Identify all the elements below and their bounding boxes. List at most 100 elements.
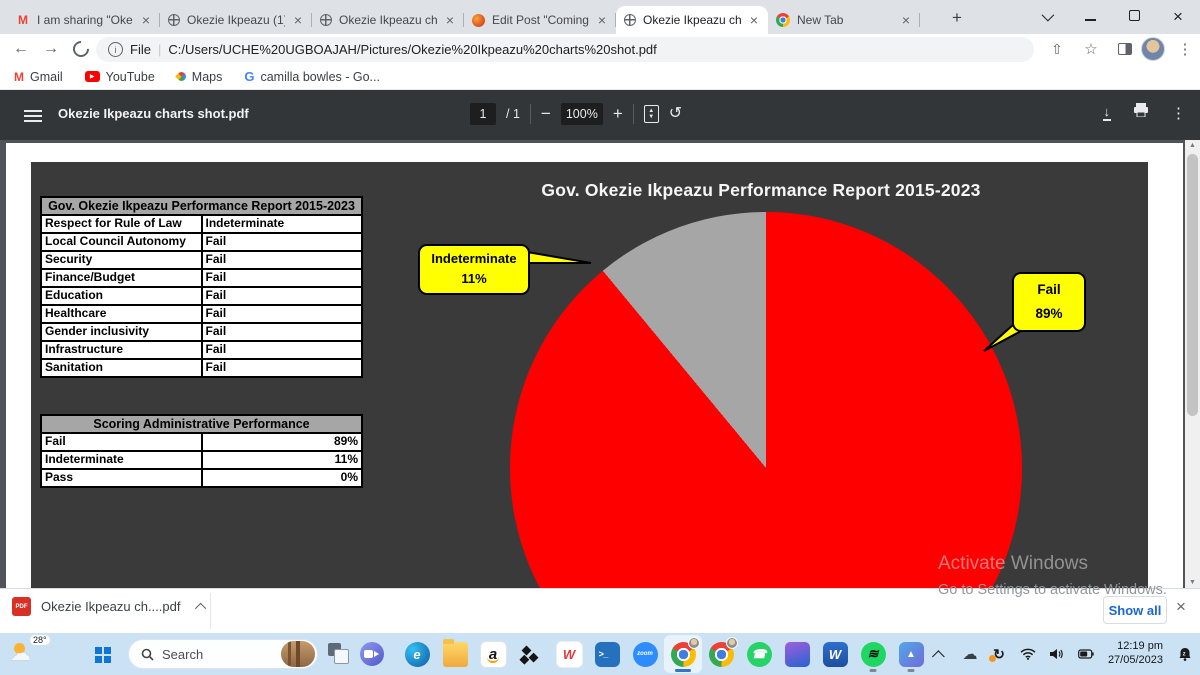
row-label: Indeterminate [41, 451, 202, 469]
tab-i-am-sharing-okezie-i[interactable]: MI am sharing "Okezie I× [8, 6, 160, 34]
scroll-up-icon[interactable]: ▲ [1185, 142, 1200, 149]
taskbar-clock[interactable]: 12:19 pm 27/05/2023 [1108, 640, 1163, 668]
zoom-out-icon[interactable]: − [541, 104, 551, 124]
search-placeholder: Search [162, 647, 273, 662]
taskbar-app-wps-office[interactable]: W [550, 635, 588, 673]
table-row: Gender inclusivityFail [41, 323, 362, 341]
update-sync-icon[interactable]: ↻ [988, 646, 1010, 663]
taskbar-app-microsoft-365[interactable] [778, 635, 816, 673]
rotate-icon[interactable]: ↺ [669, 103, 682, 123]
table-row: InfrastructureFail [41, 341, 362, 359]
scroll-down-icon[interactable]: ▼ [1185, 579, 1200, 586]
taskbar-app-dropbox[interactable] [512, 635, 550, 673]
zoom-in-icon[interactable]: + [613, 104, 623, 124]
forward-icon[interactable]: → [38, 36, 64, 62]
tab-okezie-ikpeazu-charts[interactable]: Okezie Ikpeazu charts× [312, 6, 464, 34]
profile-avatar[interactable] [1140, 36, 1166, 62]
taskbar-app-chrome-profile-2[interactable] [702, 635, 740, 673]
print-icon[interactable] [1133, 103, 1149, 122]
restore-button[interactable] [1112, 8, 1156, 26]
fit-page-icon[interactable]: ▲▼ [644, 105, 659, 123]
row-value: 11% [202, 451, 363, 469]
taskbar-app-powershell[interactable]: >_ [588, 635, 626, 673]
reload-icon[interactable] [68, 36, 94, 62]
maps-pin-icon [175, 70, 188, 83]
side-panel-icon[interactable] [1112, 36, 1138, 62]
activate-windows-watermark: Activate Windows [938, 553, 1088, 575]
taskbar-app-spotify[interactable]: ≋ [854, 635, 892, 673]
pinned-apps: eaW>_zoom☎W≋▲ [398, 633, 930, 675]
tab-close-icon[interactable]: × [900, 13, 912, 27]
row-label: Security [41, 251, 202, 269]
downloaded-file-name: Okezie Ikpeazu ch....pdf [41, 599, 180, 614]
taskbar-app-photos[interactable]: ▲ [892, 635, 930, 673]
bookmark-label: Maps [192, 70, 223, 84]
browser-menu-icon[interactable]: ⋮ [1172, 36, 1198, 62]
tab-okezie-ikpeazu-1-pdf[interactable]: Okezie Ikpeazu (1).pdf× [160, 6, 312, 34]
search-highlight-image[interactable] [281, 641, 315, 667]
search-box[interactable]: Search [128, 639, 318, 669]
tab-okezie-ikpeazu-charts[interactable]: Okezie Ikpeazu charts× [616, 6, 768, 34]
scoring-table: Scoring Administrative Performance Fail8… [40, 414, 363, 488]
download-icon[interactable]: ↓ [1103, 105, 1112, 121]
hidden-icons-chevron-icon[interactable] [930, 650, 952, 659]
back-icon[interactable]: ← [8, 36, 34, 62]
taskbar-app-edge[interactable]: e [398, 635, 436, 673]
tab-edit-post-coming-in-i[interactable]: Edit Post "Coming in I× [464, 6, 616, 34]
scrollbar-thumb[interactable] [1187, 154, 1198, 416]
close-window-button[interactable]: × [1156, 7, 1200, 27]
tabs-container: MI am sharing "Okezie I×Okezie Ikpeazu (… [8, 6, 920, 34]
zoom-level-chip[interactable]: 100% [561, 103, 603, 125]
table-row: EducationFail [41, 287, 362, 305]
taskbar-app-whatsapp[interactable]: ☎ [740, 635, 778, 673]
bookmark-label: camilla bowles - Go... [260, 70, 379, 84]
task-view-icon[interactable] [326, 641, 352, 667]
taskbar-app-amazon[interactable]: a [474, 635, 512, 673]
page-number-input[interactable]: 1 [470, 103, 496, 125]
row-value: Fail [202, 323, 363, 341]
tab-close-icon[interactable]: × [444, 13, 456, 27]
bookmark-gmail[interactable]: MGmail [14, 70, 63, 84]
taskbar-app-zoom[interactable]: zoom [626, 635, 664, 673]
notification-bell-icon[interactable]: z [1174, 647, 1196, 662]
page-info-icon[interactable]: i [108, 42, 123, 57]
close-downloads-bar-icon[interactable]: × [1176, 597, 1186, 617]
new-tab-button[interactable]: + [952, 8, 962, 28]
show-all-downloads-button[interactable]: Show all [1103, 596, 1167, 624]
callout-indeterminate: Indeterminate 11% [418, 244, 530, 295]
onedrive-icon[interactable]: ☁ [959, 645, 981, 663]
minimize-button[interactable] [1068, 8, 1112, 26]
bookmark-maps[interactable]: Maps [177, 70, 223, 84]
wps-office-icon: W [556, 641, 583, 668]
tab-title: New Tab [797, 13, 893, 27]
taskbar-app-file-explorer[interactable] [436, 635, 474, 673]
tab-search-chevron-icon[interactable] [1024, 8, 1068, 26]
bookmark-star-icon[interactable]: ☆ [1078, 36, 1104, 62]
scrollbar[interactable]: ▲ ▼ [1185, 140, 1200, 588]
taskbar-app-chrome[interactable] [664, 635, 702, 673]
tab-close-icon[interactable]: × [140, 13, 152, 27]
tab-close-icon[interactable]: × [292, 13, 304, 27]
pdf-more-icon[interactable]: ⋮ [1171, 104, 1186, 122]
share-icon[interactable]: ⇧ [1044, 36, 1070, 62]
photos-icon: ▲ [899, 642, 924, 667]
address-bar[interactable]: i File | C:/Users/UCHE%20UGBOAJAH/Pictur… [96, 37, 1034, 62]
pdf-menu-icon[interactable] [24, 107, 42, 125]
downloaded-file-chip[interactable]: PDF Okezie Ikpeazu ch....pdf [12, 597, 206, 616]
weather-widget[interactable]: ☁ 28° [8, 635, 56, 673]
wifi-icon[interactable] [1017, 648, 1039, 660]
tab-new-tab[interactable]: New Tab × [768, 6, 920, 34]
chat-icon[interactable] [360, 642, 384, 666]
bookmark-camilla-bowles-go[interactable]: Gcamilla bowles - Go... [244, 69, 380, 84]
battery-icon[interactable] [1075, 649, 1097, 659]
bookmark-youtube[interactable]: ▶YouTube [85, 70, 155, 84]
youtube-icon: ▶ [85, 71, 100, 82]
taskbar-app-word[interactable]: W [816, 635, 854, 673]
chevron-up-icon[interactable] [195, 602, 206, 613]
running-indicator [908, 669, 915, 672]
start-button[interactable] [84, 636, 120, 672]
tab-close-icon[interactable]: × [748, 13, 760, 27]
volume-icon[interactable] [1046, 648, 1068, 660]
edge-icon: e [405, 642, 430, 667]
tab-close-icon[interactable]: × [596, 13, 608, 27]
